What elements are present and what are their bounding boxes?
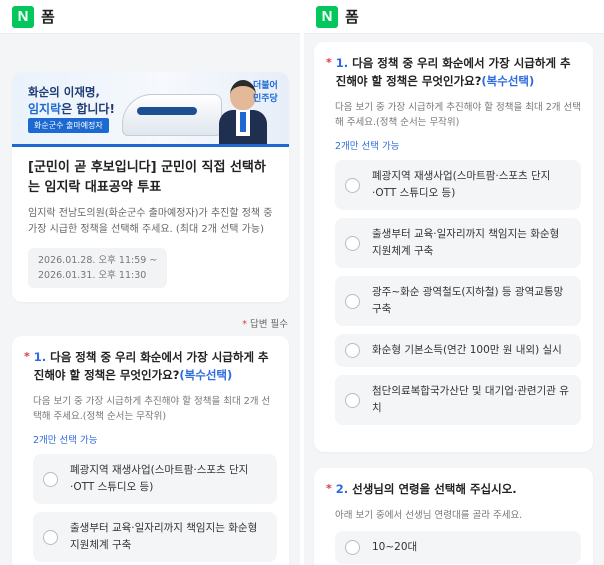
survey-title: [군민이 곧 후보입니다] 군민이 직접 선택하는 임지락 대표공약 투표 xyxy=(28,160,266,195)
radio-circle-icon[interactable] xyxy=(345,293,360,309)
question-1-card: * 1. 다음 정책 중 우리 화순에서 가장 시급하게 추진해야 할 정책은 무… xyxy=(314,42,593,452)
naver-logo[interactable]: N xyxy=(316,5,338,28)
option-1[interactable]: 폐광지역 재생사업(스마트팜·스포츠 단지·OTT 스튜디오 등) xyxy=(33,454,277,504)
option-1[interactable]: 폐광지역 재생사업(스마트팜·스포츠 단지·OTT 스튜디오 등) xyxy=(335,160,581,210)
question-1-card: * 1. 다음 정책 중 우리 화순에서 가장 시급하게 추진해야 할 정책은 무… xyxy=(12,336,289,565)
banner-tag: 화순군수 출마예정자 xyxy=(28,118,109,133)
option-2[interactable]: 출생부터 교육·일자리까지 책임지는 화순형 지원체계 구축 xyxy=(33,512,277,562)
question-1-title: * 1. 다음 정책 중 우리 화순에서 가장 시급하게 추진해야 할 정책은 무… xyxy=(326,56,571,88)
app-name: 폼 xyxy=(345,8,359,26)
required-note: * 답변 필수 xyxy=(242,319,288,330)
option-3[interactable]: 광주~화순 광역철도(지하철) 등 광역교통망 구축 xyxy=(335,276,581,326)
top-bar: N 폼 xyxy=(304,0,604,34)
campaign-banner: 화순의 이재명, 임지락은 합니다! 화순군수 출마예정자 더불어 민주당 xyxy=(12,72,289,147)
radio-circle-icon[interactable] xyxy=(345,392,360,408)
question-1-description: 다음 보기 중 가장 시급하게 추진해야 할 정책을 최대 2개 선택해 주세요… xyxy=(33,396,271,422)
banner-line2: 임지락은 합니다! xyxy=(28,102,115,116)
question-2-description: 아래 보기 중에서 선생님 연령대를 골라 주세요. xyxy=(335,510,523,521)
survey-period: 2026.01.28. 오후 11:59 ~ 2026.01.31. 오후 11… xyxy=(28,248,168,288)
survey-intro-card: 화순의 이재명, 임지락은 합니다! 화순군수 출마예정자 더불어 민주당 [군… xyxy=(12,72,289,302)
option-5[interactable]: 첨단의료복합국가산단 및 대기업·관련기관 유치 xyxy=(335,375,581,425)
option-4[interactable]: 화순형 기본소득(연간 100만 원 내외) 실시 xyxy=(335,334,581,367)
app-name: 폼 xyxy=(41,8,55,26)
radio-circle-icon[interactable] xyxy=(43,471,58,487)
question-1-title: * 1. 다음 정책 중 우리 화순에서 가장 시급하게 추진해야 할 정책은 무… xyxy=(24,350,269,382)
right-screen: N 폼 * 1. 다음 정책 중 우리 화순에서 가장 시급하게 추진해야 할 정… xyxy=(304,0,604,565)
left-screen: N 폼 화순의 이재명, 임지락은 합니다! 화순군수 출마예정자 더불어 민주… xyxy=(0,0,300,565)
top-bar: N 폼 xyxy=(0,0,300,34)
radio-circle-icon[interactable] xyxy=(345,235,360,251)
train-image xyxy=(122,94,222,136)
banner-line1: 화순의 이재명, xyxy=(28,85,100,99)
naver-logo[interactable]: N xyxy=(12,5,34,28)
question-2-title: * 2. 선생님의 연령을 선택해 주십시오. xyxy=(326,482,517,496)
radio-circle-icon[interactable] xyxy=(43,529,58,545)
radio-circle-icon[interactable] xyxy=(345,540,360,555)
question-1-description: 다음 보기 중 가장 시급하게 추진해야 할 정책을 최대 2개 선택해 주세요… xyxy=(335,102,582,128)
question-1-hint: 2개만 선택 가능 xyxy=(33,435,98,446)
question-2-card: * 2. 선생님의 연령을 선택해 주십시오. 아래 보기 중에서 선생님 연령대… xyxy=(314,468,593,565)
question-1-hint: 2개만 선택 가능 xyxy=(335,141,400,152)
radio-circle-icon[interactable] xyxy=(345,343,360,358)
option-1[interactable]: 10~20대 xyxy=(335,531,581,564)
survey-description: 임지락 전남도의원(화순군수 출마예정자)가 추진할 정책 중 가장 시급한 정… xyxy=(28,208,273,235)
option-2[interactable]: 출생부터 교육·일자리까지 책임지는 화순형 지원체계 구축 xyxy=(335,218,581,268)
radio-circle-icon[interactable] xyxy=(345,177,360,193)
party-logo: 더불어 민주당 xyxy=(253,81,278,104)
